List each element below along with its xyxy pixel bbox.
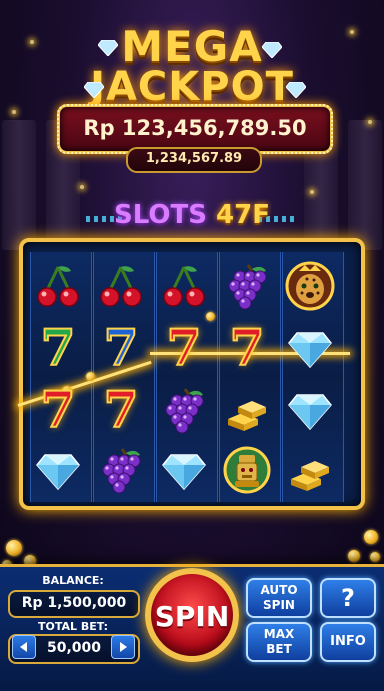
max-bet-label-line2: BET [266,642,292,656]
info-button[interactable]: INFO [320,622,376,662]
sparkle [80,185,84,189]
reel-symbol-seven-red: 7 [30,382,86,438]
reel-symbol-diamond [156,442,212,498]
logo-word: SLOTS [114,200,207,230]
diamond-icon [288,394,332,431]
coin [364,530,378,544]
reel-symbol-seven-blue: 7 [93,320,149,376]
seven-icon: 7 [40,318,77,377]
gold-bars-icon [228,401,266,431]
cherries-icon [163,266,205,307]
auto-spin-button[interactable]: AUTO SPIN [246,578,312,618]
max-bet-label-line1: MAX [263,627,295,641]
grapes-icon [165,388,204,434]
spin-label: SPIN [154,600,230,633]
reel-symbol-diamond [30,442,86,498]
gold-bars-icon [291,461,329,491]
seven-icon: 7 [103,318,140,377]
seven-icon: 7 [40,380,77,439]
reel-symbol-diamond [282,320,338,376]
reel-symbol-cherries [93,258,149,314]
reel-symbol-grapes [219,258,275,314]
reel-symbol-cherries [156,258,212,314]
diamond-icon [262,42,282,58]
auto-spin-label-line2: SPIN [263,598,295,612]
sparkle [368,120,372,124]
diamond-icon [162,454,206,491]
diamond-icon [36,454,80,491]
seven-icon: 7 [166,318,203,377]
golden-idol-icon [223,446,271,494]
help-label: ? [341,584,355,612]
grapes-icon [228,264,267,310]
seven-icon: 7 [229,318,266,377]
coin [348,550,360,562]
reel-symbol-cherries [30,258,86,314]
sparkle [12,110,16,114]
reel-symbol-gold-bars [282,442,338,498]
help-button[interactable]: ? [320,578,376,618]
arrow-left-icon [20,642,27,652]
game-logo: SLOTS 47F [86,200,298,238]
diamond-icon [84,82,104,98]
reel-symbol-diamond [282,382,338,438]
decrease-bet-button[interactable] [12,635,36,659]
reel-symbol-gold-bars [219,382,275,438]
coin [6,540,22,556]
leopard-icon [285,261,335,311]
total-bet-label: TOTAL BET: [37,620,109,633]
logo-number: 47F [216,200,270,230]
jackpot-secondary-amount: 1,234,567.89 [126,147,262,173]
increase-bet-button[interactable] [111,635,135,659]
seven-icon: 7 [103,380,140,439]
balance-value: Rp 1,500,000 [8,590,140,618]
info-label: INFO [330,634,366,649]
jackpot-amount: Rp 123,456,789.50 [83,116,307,140]
reel-symbol-leopard [282,258,338,314]
diamond-icon [288,332,332,369]
reel-symbol-grapes [93,442,149,498]
sparkle [310,190,314,194]
reel-symbol-seven-red: 7 [93,382,149,438]
coin [370,552,380,562]
reel-symbol-seven-red: 7 [156,320,212,376]
spin-button[interactable]: SPIN [145,568,239,662]
diamond-icon [98,40,118,56]
cherries-icon [100,266,142,307]
diamond-icon [286,82,306,98]
balance-label: BALANCE: [42,574,104,587]
arrow-right-icon [120,642,127,652]
reel-symbol-grapes [156,382,212,438]
grapes-icon [102,448,141,494]
max-bet-button[interactable]: MAX BET [246,622,312,662]
auto-spin-label-line1: AUTO [260,583,298,597]
reel-symbol-seven-red: 7 [219,320,275,376]
reel-symbol-golden-idol [219,442,275,498]
cherries-icon [37,266,79,307]
reel-symbol-seven-green: 7 [30,320,86,376]
